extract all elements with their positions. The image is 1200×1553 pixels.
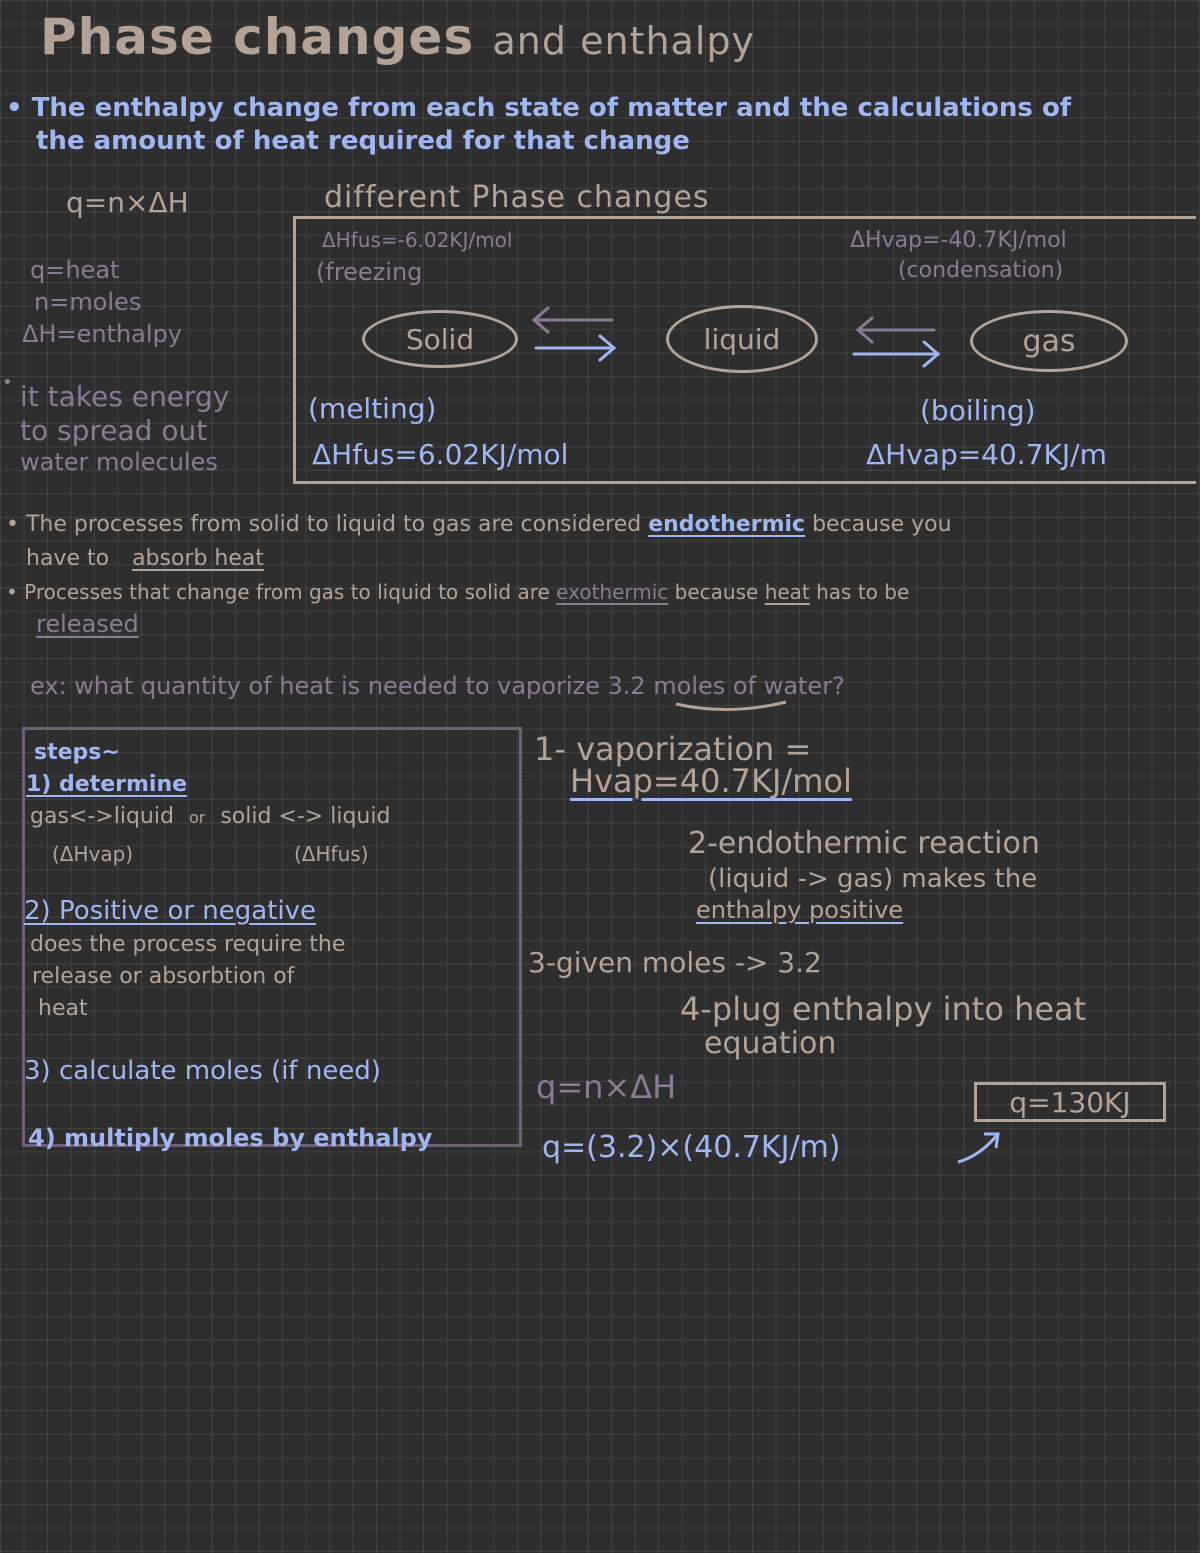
solution-2: 2-endothermic reaction	[688, 826, 1040, 861]
step-1-row: gas<->liquid or solid <-> liquid	[30, 804, 390, 829]
endo-key: endothermic	[648, 512, 806, 537]
solution-calc: q=(3.2)×(40.7KJ/m)	[542, 1130, 841, 1165]
endo-post: because you	[805, 512, 952, 537]
step-4: 4) multiply moles by enthalpy	[28, 1124, 433, 1152]
solution-equation: q=n×ΔH	[536, 1068, 677, 1106]
exo-line-1: • Processes that change from gas to liqu…	[6, 580, 910, 604]
step-1-dh-vap: (ΔHvap)	[52, 842, 134, 866]
melting-label: (melting)	[308, 392, 437, 425]
step-2-line-2: release or absorbtion of	[32, 964, 295, 989]
solution-2b-text: enthalpy positive	[696, 896, 904, 924]
solid-liquid-arrows	[531, 306, 617, 362]
boil-arrow-icon	[852, 340, 941, 368]
solution-1b: Hvap=40.7KJ/mol	[570, 762, 852, 800]
answer-box: q=130KJ	[974, 1082, 1166, 1122]
solution-3: 3-given moles -> 3.2	[528, 946, 822, 979]
step-1: 1) determine	[26, 772, 188, 797]
example-question: ex: what quantity of heat is needed to v…	[30, 672, 845, 700]
exo-line-2: released	[36, 610, 139, 638]
melting-dh: ΔHfus=6.02KJ/mol	[312, 438, 569, 471]
exo-pre: Processes that change from gas to liquid…	[24, 580, 557, 604]
exo-key2: heat	[764, 580, 810, 604]
step-2-line-3: heat	[38, 996, 88, 1021]
melt-arrow-icon	[534, 334, 617, 362]
step-1-solid-liquid: solid <-> liquid	[220, 804, 391, 829]
vaporize-underline-icon	[675, 700, 787, 712]
step-3: 3) calculate moles (if need)	[24, 1056, 381, 1086]
answer-text: q=130KJ	[1009, 1085, 1131, 1119]
exo-post: has to be	[809, 580, 910, 604]
solution-4: 4-plug enthalpy into heat	[680, 990, 1087, 1028]
solution-2a: (liquid -> gas) makes the	[708, 864, 1038, 894]
boiling-dh: ΔHvap=40.7KJ/m	[866, 438, 1107, 471]
endo-line-1: • The processes from solid to liquid to …	[6, 512, 952, 537]
solution-hvap: Hvap=40.7KJ/mol	[570, 762, 852, 800]
solution-2b: enthalpy positive	[696, 896, 903, 924]
step-2-line-1: does the process require the	[30, 932, 346, 957]
step-1-gas-liquid: gas<->liquid	[30, 804, 174, 829]
step-1-dh-fus: (ΔHfus)	[294, 842, 369, 866]
answer-arrow-icon	[957, 1132, 1000, 1164]
boiling-label: (boiling)	[920, 394, 1036, 427]
exo-key: exothermic	[556, 580, 669, 604]
step-1-or: or	[188, 808, 206, 827]
freeze-arrow-icon	[531, 306, 614, 334]
condense-arrow-icon	[855, 316, 936, 344]
exo-mid: because	[668, 580, 765, 604]
endo-pre: The processes from solid to liquid to ga…	[25, 512, 649, 537]
endo-line-2: have to absorb heat	[26, 546, 264, 571]
endo-line2-key: absorb heat	[132, 546, 265, 571]
steps-title: steps~	[34, 740, 120, 765]
liquid-gas-arrows	[852, 316, 941, 368]
solution-4b: equation	[704, 1026, 837, 1061]
step-2: 2) Positive or negative	[24, 896, 317, 926]
endo-line2-pre: have to	[26, 546, 117, 571]
solution-calc-text: q=(3.2)×(40.7KJ/m)	[542, 1130, 841, 1165]
